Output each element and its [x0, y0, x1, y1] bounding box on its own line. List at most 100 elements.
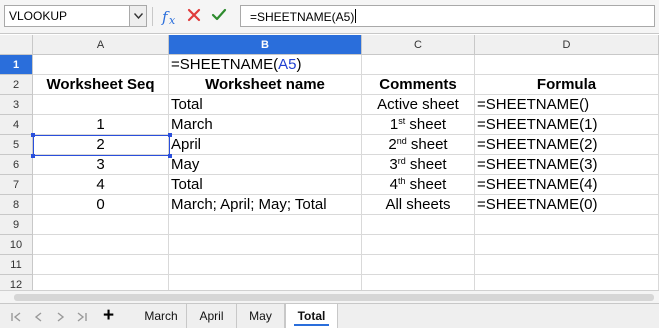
cell-d10[interactable]	[475, 235, 659, 255]
comment-text: 2	[388, 136, 397, 153]
sheet-tab-total[interactable]: Total	[285, 304, 338, 328]
svg-text:x: x	[169, 14, 176, 27]
sheet-tab-march[interactable]: March	[136, 304, 187, 328]
cell-c4[interactable]: 1st sheet	[362, 115, 475, 135]
comment-text: 3	[389, 156, 398, 173]
formula-bar-separator	[152, 7, 153, 26]
row-header-8[interactable]: 8	[0, 195, 33, 215]
cell-a2[interactable]: Worksheet Seq	[33, 75, 169, 95]
row-header-2[interactable]: 2	[0, 75, 33, 95]
row-header-5[interactable]: 5	[0, 135, 33, 155]
comment-tail: sheet	[405, 116, 447, 133]
cell-c10[interactable]	[362, 235, 475, 255]
cell-a8[interactable]: 0	[33, 195, 169, 215]
sheet-tab-bar: + March April May Total	[0, 303, 659, 328]
comment-tail: sheet	[405, 176, 447, 193]
cell-d9[interactable]	[475, 215, 659, 235]
cell-d7[interactable]: =SHEETNAME(4)	[475, 175, 659, 195]
horizontal-scrollbar[interactable]	[0, 290, 659, 303]
cell-b11[interactable]	[169, 255, 362, 275]
add-sheet-plus-icon[interactable]: +	[103, 306, 117, 325]
cell-d5[interactable]: =SHEETNAME(2)	[475, 135, 659, 155]
cell-b3[interactable]: Total	[169, 95, 362, 115]
cell-a6[interactable]: 3	[33, 155, 169, 175]
cell-c11[interactable]	[362, 255, 475, 275]
scrollbar-thumb[interactable]	[14, 294, 654, 301]
name-box[interactable]: VLOOKUP	[4, 5, 147, 27]
chevron-down-icon[interactable]	[129, 6, 146, 26]
cell-b8[interactable]: March; April; May; Total	[169, 195, 362, 215]
column-header-c[interactable]: C	[362, 35, 475, 55]
cell-a5[interactable]: 2	[33, 135, 169, 155]
cell-d2[interactable]: Formula	[475, 75, 659, 95]
row-header-6[interactable]: 6	[0, 155, 33, 175]
row-header-7[interactable]: 7	[0, 175, 33, 195]
cell-b6[interactable]: May	[169, 155, 362, 175]
row-header-1[interactable]: 1	[0, 55, 33, 75]
formula-input-value: =SHEETNAME(A5)	[250, 9, 357, 24]
cell-b5[interactable]: April	[169, 135, 362, 155]
cell-a7[interactable]: 4	[33, 175, 169, 195]
cell-c8[interactable]: All sheets	[362, 195, 475, 215]
cell-a11[interactable]	[33, 255, 169, 275]
formula-input[interactable]: =SHEETNAME(A5)	[240, 5, 655, 27]
cell-b4[interactable]: March	[169, 115, 362, 135]
cell-b2[interactable]: Worksheet name	[169, 75, 362, 95]
cell-b1-prefix: =SHEETNAME(	[171, 56, 279, 73]
comment-text: Active sheet	[377, 96, 459, 113]
name-box-value: VLOOKUP	[9, 9, 68, 23]
select-all-corner[interactable]	[0, 35, 33, 55]
cell-a3[interactable]	[33, 95, 169, 115]
cell-d3[interactable]: =SHEETNAME()	[475, 95, 659, 115]
cell-b1-reference: A5	[278, 56, 297, 73]
cell-c1[interactable]	[362, 55, 475, 75]
cancel-x-icon[interactable]	[187, 8, 201, 22]
comment-tail: sheet	[406, 136, 448, 153]
sheet-tab-april[interactable]: April	[187, 304, 237, 328]
comment-ordinal-suffix: nd	[396, 136, 407, 146]
cell-c5[interactable]: 2nd sheet	[362, 135, 475, 155]
cell-a9[interactable]	[33, 215, 169, 235]
row-header-10[interactable]: 10	[0, 235, 33, 255]
row-header-9[interactable]: 9	[0, 215, 33, 235]
column-header-b[interactable]: B	[169, 35, 362, 55]
comment-text: 1	[389, 116, 399, 133]
cell-c7[interactable]: 4th sheet	[362, 175, 475, 195]
cell-d1[interactable]	[475, 55, 659, 75]
cell-a10[interactable]	[33, 235, 169, 255]
row-header-4[interactable]: 4	[0, 115, 33, 135]
cell-d11[interactable]	[475, 255, 659, 275]
cell-b1-suffix: )	[296, 56, 302, 73]
cell-c3[interactable]: Active sheet	[362, 95, 475, 115]
cell-b7[interactable]: Total	[169, 175, 362, 195]
column-header-d[interactable]: D	[475, 35, 659, 55]
comment-tail: sheet	[405, 156, 447, 173]
cell-b1[interactable]: =SHEETNAME(A5)	[169, 55, 362, 75]
cell-d6[interactable]: =SHEETNAME(3)	[475, 155, 659, 175]
cell-b10[interactable]	[169, 235, 362, 255]
cell-c2[interactable]: Comments	[362, 75, 475, 95]
cell-c9[interactable]	[362, 215, 475, 235]
last-sheet-icon[interactable]	[76, 310, 88, 322]
cell-d4[interactable]: =SHEETNAME(1)	[475, 115, 659, 135]
next-sheet-icon[interactable]	[54, 310, 66, 322]
comment-text: All sheets	[385, 196, 451, 213]
sheet-tab-may[interactable]: May	[237, 304, 285, 328]
accept-check-icon[interactable]	[211, 8, 227, 22]
function-wizard-icon[interactable]: f x	[161, 7, 179, 27]
first-sheet-icon[interactable]	[10, 310, 22, 322]
spreadsheet-grid[interactable]: ABCD 1 2 3 4 5 6 7 8 9 10 11 12 =SHEETNAME(A5) Works…	[0, 35, 659, 295]
cell-d8[interactable]: =SHEETNAME(0)	[475, 195, 659, 215]
formula-bar: VLOOKUP f x =SHEETNAME(A5)	[0, 0, 659, 34]
previous-sheet-icon[interactable]	[33, 310, 45, 322]
cell-a1[interactable]	[33, 55, 169, 75]
cell-b9[interactable]	[169, 215, 362, 235]
row-header-3[interactable]: 3	[0, 95, 33, 115]
cell-a4[interactable]: 1	[33, 115, 169, 135]
row-header-11[interactable]: 11	[0, 255, 33, 275]
cell-c6[interactable]: 3rd sheet	[362, 155, 475, 175]
column-header-a[interactable]: A	[33, 35, 169, 55]
comment-text: 4	[389, 176, 398, 193]
text-caret	[355, 9, 357, 23]
comment-ordinal-suffix: rd	[397, 156, 406, 166]
